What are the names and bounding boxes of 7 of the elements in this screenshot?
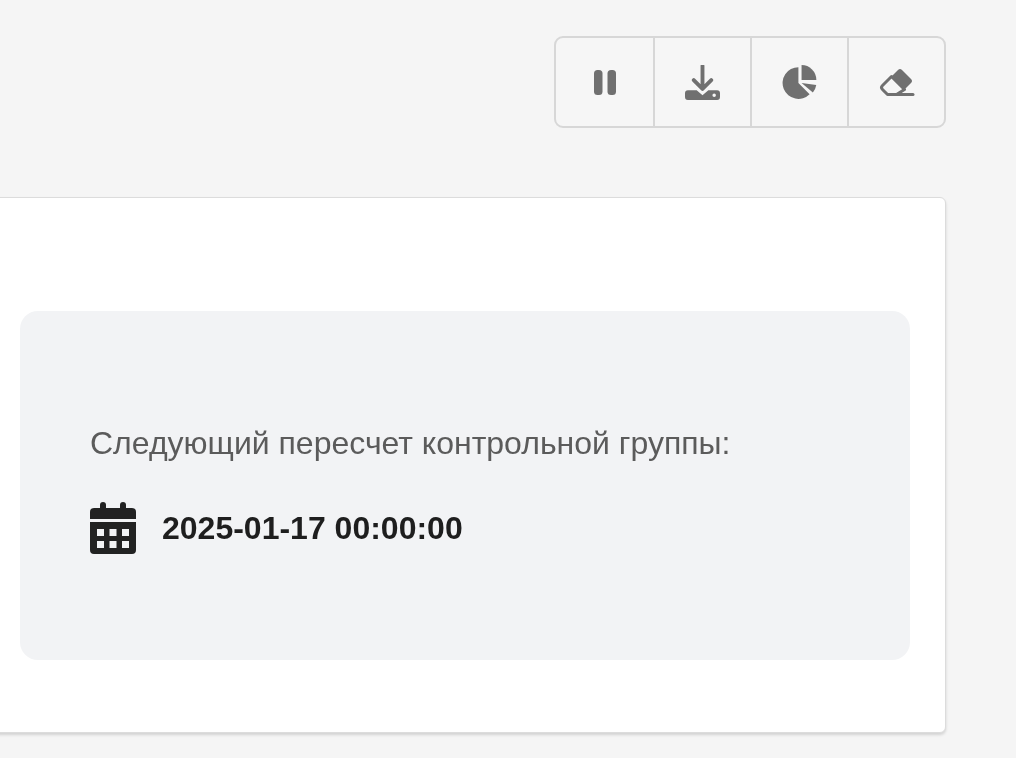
calendar-icon xyxy=(90,502,136,554)
eraser-icon xyxy=(878,66,915,98)
download-icon xyxy=(685,64,720,100)
pause-icon xyxy=(593,69,616,95)
pie-chart-icon xyxy=(780,63,819,101)
recalculation-label: Следующий пересчет контрольной группы: xyxy=(90,424,731,462)
recalculation-date: 2025-01-17 00:00:00 xyxy=(162,509,463,547)
